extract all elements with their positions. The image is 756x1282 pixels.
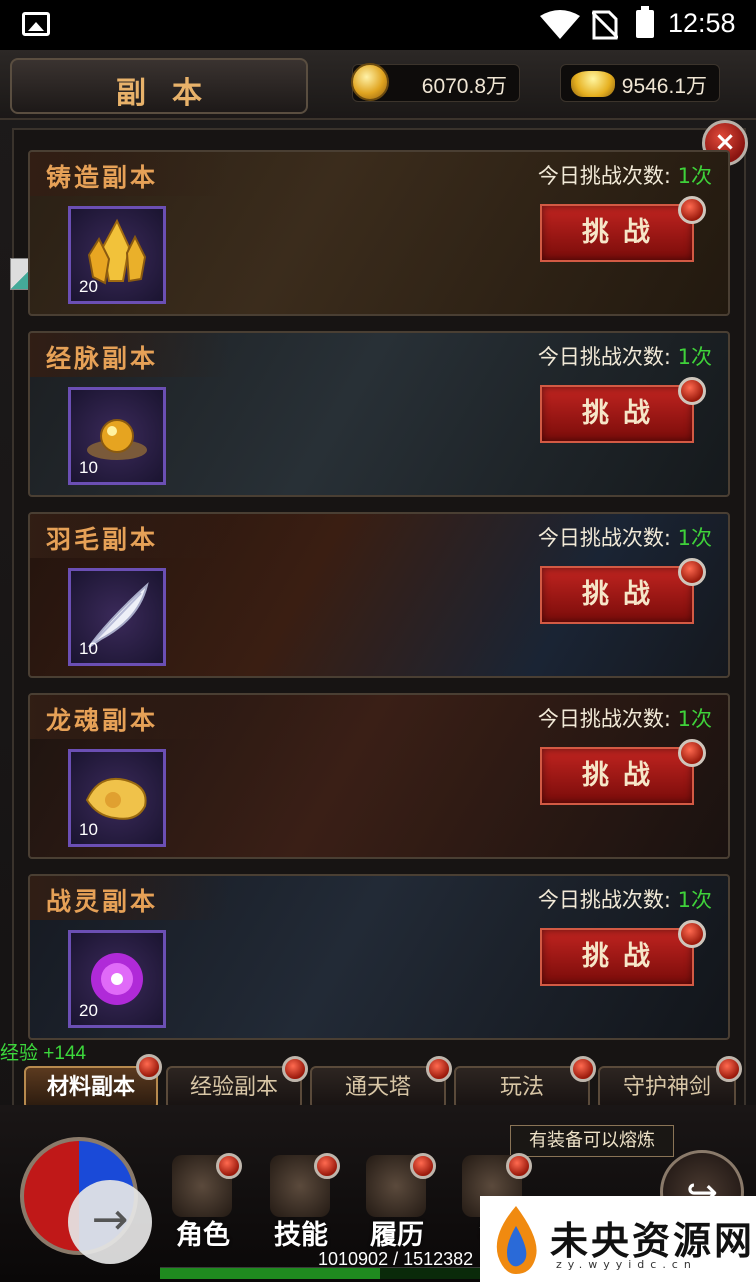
ingot-display: 9546.1万 xyxy=(560,64,720,102)
item-quantity: 10 xyxy=(79,820,98,839)
tab-guardian-sword[interactable]: 守护神剑 xyxy=(598,1056,742,1110)
top-bar: 副本 6070.8万 9546.1万 xyxy=(0,50,756,120)
item-quantity: 20 xyxy=(79,277,98,296)
notification-dot xyxy=(678,196,706,224)
dungeon-name: 羽毛副本 xyxy=(46,525,159,554)
clock: 12:58 xyxy=(668,8,736,38)
dungeon-card-meridian: 经脉副本 10 今日挑战次数: 1次 挑战 xyxy=(28,331,730,497)
dungeon-name: 铸造副本 xyxy=(46,163,159,192)
forward-arrow-button[interactable]: → xyxy=(68,1180,152,1264)
wifi-icon xyxy=(540,10,580,39)
notification-dot xyxy=(678,558,706,586)
notification-dot xyxy=(410,1153,436,1179)
battery-icon xyxy=(636,6,654,38)
challenge-button[interactable]: 挑战 xyxy=(540,747,694,805)
game-window: 副本 6070.8万 9546.1万 × 铸造副本 20 今日挑战次数: 1次 … xyxy=(0,50,756,1282)
no-sim-icon xyxy=(592,10,618,40)
notification-dot xyxy=(570,1056,596,1082)
dungeon-name: 龙魂副本 xyxy=(46,706,159,735)
notification-dot xyxy=(716,1056,742,1082)
notification-dot xyxy=(282,1056,308,1082)
reward-slot[interactable]: 10 xyxy=(68,387,166,485)
challenge-counter: 今日挑战次数: 1次 xyxy=(537,888,712,912)
notification-dot xyxy=(314,1153,340,1179)
exp-text: 1010902 / 1512382 xyxy=(318,1249,474,1269)
history-button[interactable]: 履历 xyxy=(352,1153,442,1251)
challenge-button[interactable]: 挑战 xyxy=(540,385,694,443)
dungeon-name: 经脉副本 xyxy=(46,344,159,373)
challenge-button[interactable]: 挑战 xyxy=(540,566,694,624)
notification-dot xyxy=(678,739,706,767)
reward-slot[interactable]: 20 xyxy=(68,206,166,304)
reward-slot[interactable]: 10 xyxy=(68,749,166,847)
challenge-counter: 今日挑战次数: 1次 xyxy=(537,526,712,550)
notification-dot xyxy=(678,377,706,405)
reward-slot[interactable]: 20 xyxy=(68,930,166,1028)
notification-dot xyxy=(136,1054,162,1080)
item-quantity: 10 xyxy=(79,458,98,477)
character-button[interactable]: 角色 xyxy=(158,1153,248,1251)
dungeon-card-feather: 羽毛副本 10 今日挑战次数: 1次 挑战 xyxy=(28,512,730,678)
notification-dot xyxy=(216,1153,242,1179)
notification-dot xyxy=(678,920,706,948)
gold-display: 6070.8万 xyxy=(351,63,520,102)
dungeon-name: 战灵副本 xyxy=(46,887,159,916)
challenge-counter: 今日挑战次数: 1次 xyxy=(537,164,712,188)
challenge-button[interactable]: 挑战 xyxy=(540,204,694,262)
exp-gain-popup: 经验 +144 xyxy=(0,1043,87,1064)
notification-dot xyxy=(506,1153,532,1179)
gold-amount: 6070.8万 xyxy=(421,75,507,98)
photo-notification-icon xyxy=(22,12,50,36)
item-quantity: 20 xyxy=(79,1001,98,1020)
tab-exp-dungeon[interactable]: 经验副本 xyxy=(166,1056,308,1110)
dungeon-card-forging: 铸造副本 20 今日挑战次数: 1次 挑战 xyxy=(28,150,730,316)
page-title: 副本 xyxy=(116,76,228,111)
notification-dot xyxy=(426,1056,452,1082)
ingot-amount: 9546.1万 xyxy=(621,75,707,98)
challenge-counter: 今日挑战次数: 1次 xyxy=(537,345,712,369)
challenge-counter: 今日挑战次数: 1次 xyxy=(537,707,712,731)
tab-sky-tower[interactable]: 通天塔 xyxy=(310,1056,452,1110)
title-plate: 副本 xyxy=(10,58,308,114)
gold-coin-icon xyxy=(351,63,389,101)
dungeon-card-dragon-soul: 龙魂副本 10 今日挑战次数: 1次 挑战 xyxy=(28,693,730,859)
gold-ingot-icon xyxy=(571,71,615,97)
watermark-url: zy.wyyidc.cn xyxy=(556,1258,697,1271)
tab-gameplay[interactable]: 玩法 xyxy=(454,1056,596,1110)
challenge-button[interactable]: 挑战 xyxy=(540,928,694,986)
flame-logo-icon xyxy=(496,1206,537,1274)
reward-slot[interactable]: 10 xyxy=(68,568,166,666)
skills-button[interactable]: 技能 xyxy=(256,1153,346,1251)
site-watermark: 未央资源网 zy.wyyidc.cn xyxy=(480,1196,756,1282)
dungeon-card-war-spirit: 战灵副本 20 今日挑战次数: 1次 挑战 xyxy=(28,874,730,1040)
watermark-title: 未央资源网 xyxy=(550,1219,756,1263)
smelt-tooltip[interactable]: 有装备可以熔炼 xyxy=(510,1125,674,1157)
item-quantity: 10 xyxy=(79,639,98,658)
status-bar: 12:58 xyxy=(0,0,756,50)
